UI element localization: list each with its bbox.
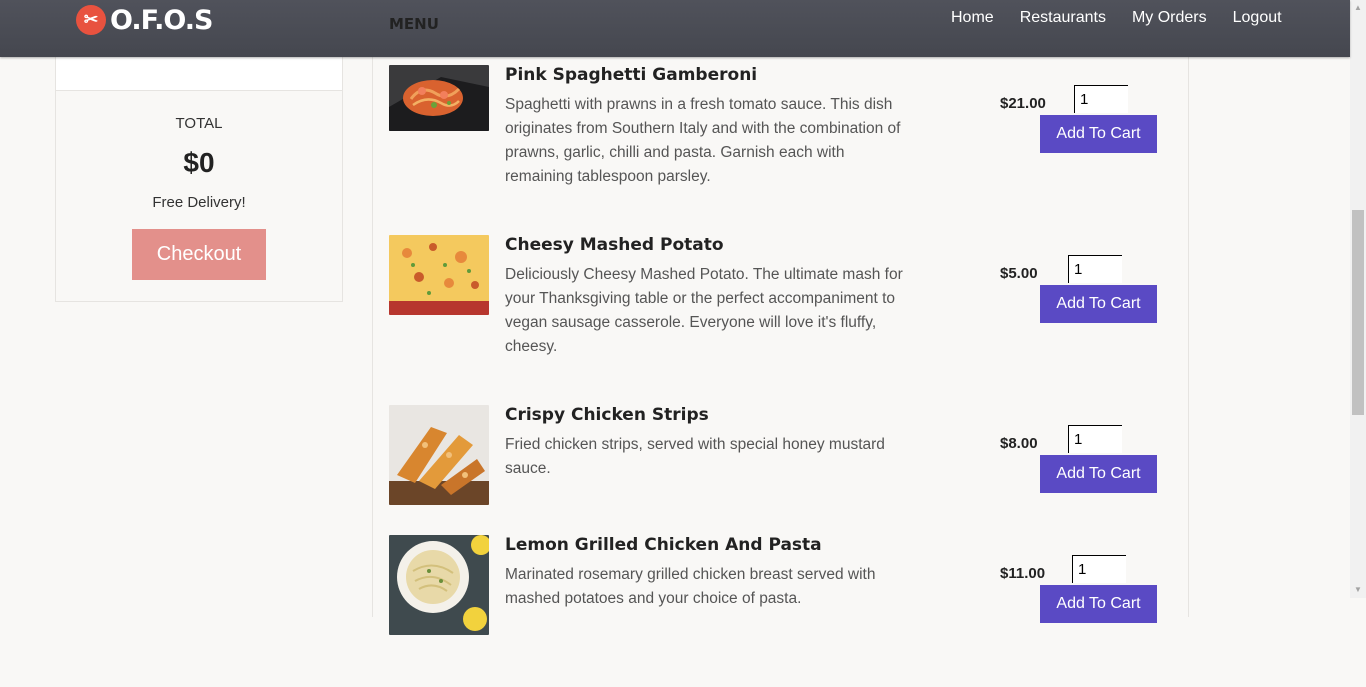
dish-title: Lemon Grilled Chicken And Pasta [505,535,822,555]
nav-link-logout[interactable]: Logout [1233,9,1282,27]
add-to-cart-button[interactable]: Add To Cart [1040,455,1157,493]
dish-title: Cheesy Mashed Potato [505,235,724,255]
page-scrollbar[interactable]: ▲ ▼ [1350,0,1366,598]
dish-description: Fried chicken strips, served with specia… [505,436,885,477]
nav-link-home[interactable]: Home [951,9,994,27]
total-amount: $0 [183,147,215,178]
dish-image-chicken-strips [389,405,489,505]
scroll-thumb[interactable] [1352,210,1364,415]
quantity-input[interactable] [1072,555,1126,583]
dish-image-lemon-chicken-pasta [389,535,489,635]
cart-items-area [56,57,342,91]
scroll-up-icon[interactable]: ▲ [1350,0,1366,16]
dish-description: Spaghetti with prawns in a fresh tomato … [505,96,901,185]
dish-title: Crispy Chicken Strips [505,405,709,425]
dish-title: Pink Spaghetti Gamberoni [505,65,758,85]
dish-image-mashed-potato [389,235,489,315]
dish-price: $11.00 [1000,565,1046,582]
quantity-input[interactable] [1068,255,1122,283]
quantity-input[interactable] [1074,85,1128,113]
top-navbar: ✂ O.F.O.S MENU Home Restaurants My Order… [0,0,1350,57]
dish-description: Marinated rosemary grilled chicken breas… [505,566,876,607]
fork-knife-icon: ✂ [76,5,106,35]
delivery-note: Free Delivery! [152,194,246,211]
dish-image-spaghetti [389,65,489,131]
site-logo[interactable]: ✂ O.F.O.S [76,3,213,37]
dish-description: Deliciously Cheesy Mashed Potato. The ul… [505,266,903,355]
menu-item: Cheesy Mashed Potato Deliciously Cheesy … [389,227,1179,387]
dish-price: $5.00 [1000,265,1038,282]
logo-text: O.F.O.S [110,4,213,36]
menu-item: Pink Spaghetti Gamberoni Spaghetti with … [389,57,1179,217]
cart-summary: TOTAL $0 Free Delivery! Checkout [55,57,343,302]
add-to-cart-button[interactable]: Add To Cart [1040,285,1157,323]
nav-link-restaurants[interactable]: Restaurants [1020,9,1106,27]
menu-heading: MENU [389,15,439,33]
add-to-cart-button[interactable]: Add To Cart [1040,115,1157,153]
add-to-cart-button[interactable]: Add To Cart [1040,585,1157,623]
quantity-input[interactable] [1068,425,1122,453]
checkout-button[interactable]: Checkout [132,229,266,280]
menu-list: Pink Spaghetti Gamberoni Spaghetti with … [372,57,1189,635]
nav-link-my-orders[interactable]: My Orders [1132,9,1207,27]
dish-price: $21.00 [1000,95,1046,112]
nav-links: Home Restaurants My Orders Logout [951,9,1282,27]
menu-item: Lemon Grilled Chicken And Pasta Marinate… [389,527,1179,687]
scroll-down-icon[interactable]: ▼ [1350,582,1366,598]
dish-price: $8.00 [1000,435,1038,452]
total-label: TOTAL [175,115,223,132]
